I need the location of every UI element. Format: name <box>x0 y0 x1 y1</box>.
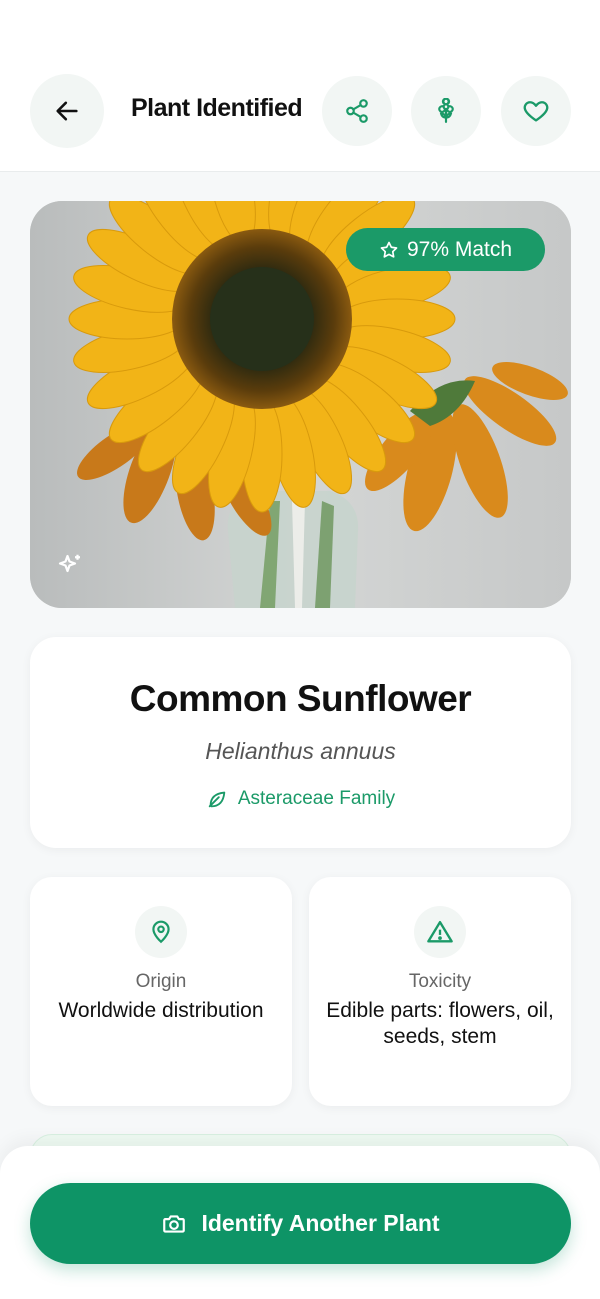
app-header: Plant Identified <box>0 0 600 172</box>
favorite-button[interactable] <box>501 76 571 146</box>
origin-label: Origin <box>135 971 187 992</box>
match-badge: 97% Match <box>346 228 545 271</box>
origin-value: Worldwide distribution <box>58 999 264 1022</box>
origin-card: Origin Worldwide distribution <box>30 877 292 1106</box>
back-button[interactable] <box>30 74 104 148</box>
share-icon <box>346 99 368 123</box>
star-icon <box>380 241 398 258</box>
cta-label: Identify Another Plant <box>201 1210 440 1236</box>
share-button[interactable] <box>322 76 392 146</box>
flower-icon <box>438 98 454 123</box>
sparkles-icon <box>58 554 80 573</box>
page-title: Plant Identified <box>131 94 303 122</box>
camera-icon <box>163 1214 186 1233</box>
toxicity-card: Toxicity Edible parts: flowers, oil, see… <box>309 877 571 1106</box>
arrow-left-icon <box>56 101 78 121</box>
plant-name-card: Common Sunflower Helianthus annuus Aster… <box>30 637 571 848</box>
warning-triangle-icon <box>427 920 453 943</box>
map-pin-icon <box>152 920 170 944</box>
scientific-name: Helianthus annuus <box>205 738 396 764</box>
leaf-icon <box>208 791 226 808</box>
plant-family: Asteraceae Family <box>30 788 571 810</box>
family-label: Asteraceae Family <box>237 788 396 809</box>
toxicity-value: Edible parts: flowers, oil, seeds, stem <box>326 999 554 1048</box>
identify-another-button[interactable]: Identify Another Plant <box>30 1183 571 1264</box>
common-name: Common Sunflower <box>129 678 472 719</box>
toxicity-label: Toxicity <box>408 971 472 992</box>
match-label: 97% Match <box>406 237 513 261</box>
flower-button[interactable] <box>411 76 481 146</box>
heart-icon <box>523 101 549 122</box>
